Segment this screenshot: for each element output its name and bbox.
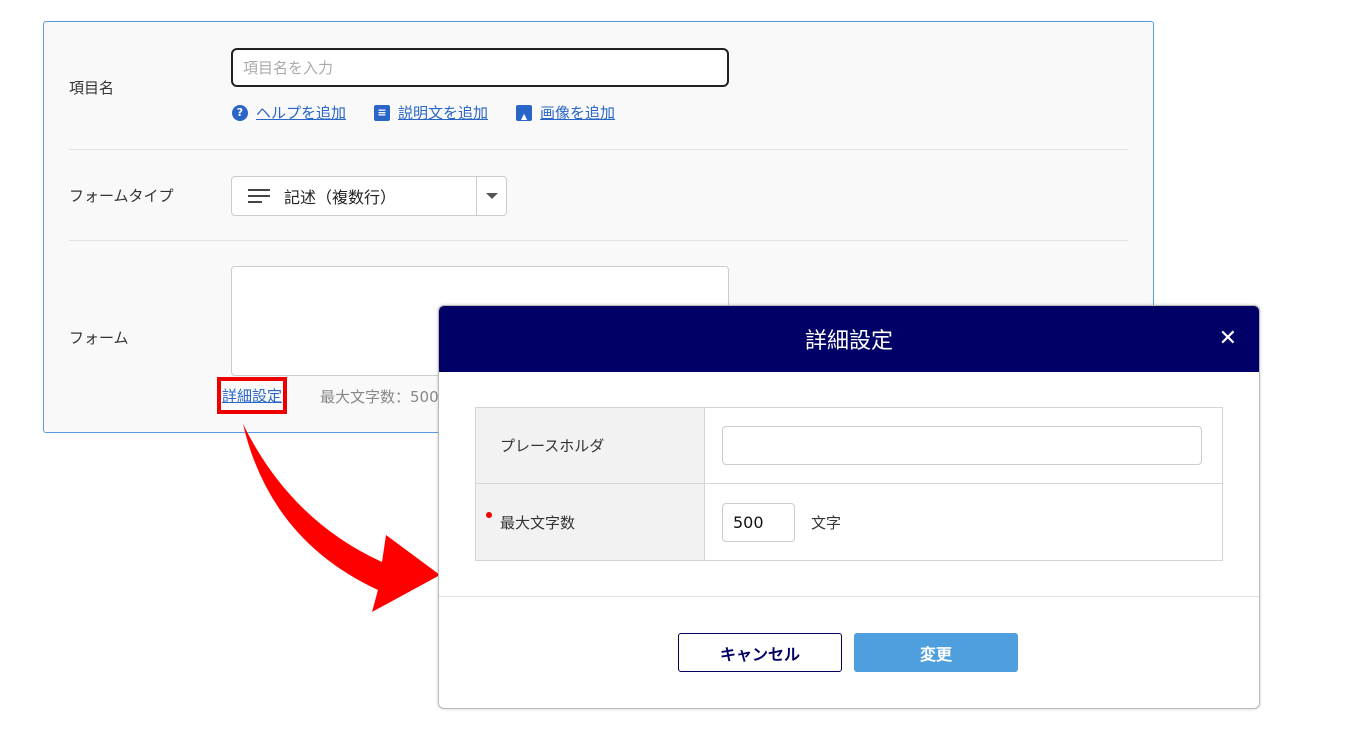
modal-header: 詳細設定 ✕ bbox=[439, 306, 1259, 372]
close-icon[interactable]: ✕ bbox=[1219, 326, 1237, 351]
detail-settings-modal: 詳細設定 ✕ プレースホルダ 最大文字数 文字 キャンセル 変更 bbox=[438, 305, 1260, 709]
max-chars-unit: 文字 bbox=[811, 513, 842, 532]
max-chars-label-cell: 最大文字数 bbox=[476, 484, 705, 560]
placeholder-label: プレースホルダ bbox=[476, 408, 705, 483]
max-chars-input[interactable] bbox=[722, 502, 795, 542]
placeholder-input[interactable] bbox=[722, 426, 1202, 465]
table-row: 最大文字数 文字 bbox=[476, 484, 1222, 560]
max-chars-label: 最大文字数 bbox=[500, 513, 576, 532]
settings-table: プレースホルダ 最大文字数 文字 bbox=[475, 407, 1223, 561]
apply-button[interactable]: 変更 bbox=[854, 633, 1018, 672]
cancel-button[interactable]: キャンセル bbox=[678, 633, 842, 672]
modal-title: 詳細設定 bbox=[804, 329, 893, 354]
modal-footer: キャンセル 変更 bbox=[439, 596, 1259, 708]
table-row: プレースホルダ bbox=[476, 408, 1222, 484]
required-dot-icon bbox=[486, 512, 492, 518]
